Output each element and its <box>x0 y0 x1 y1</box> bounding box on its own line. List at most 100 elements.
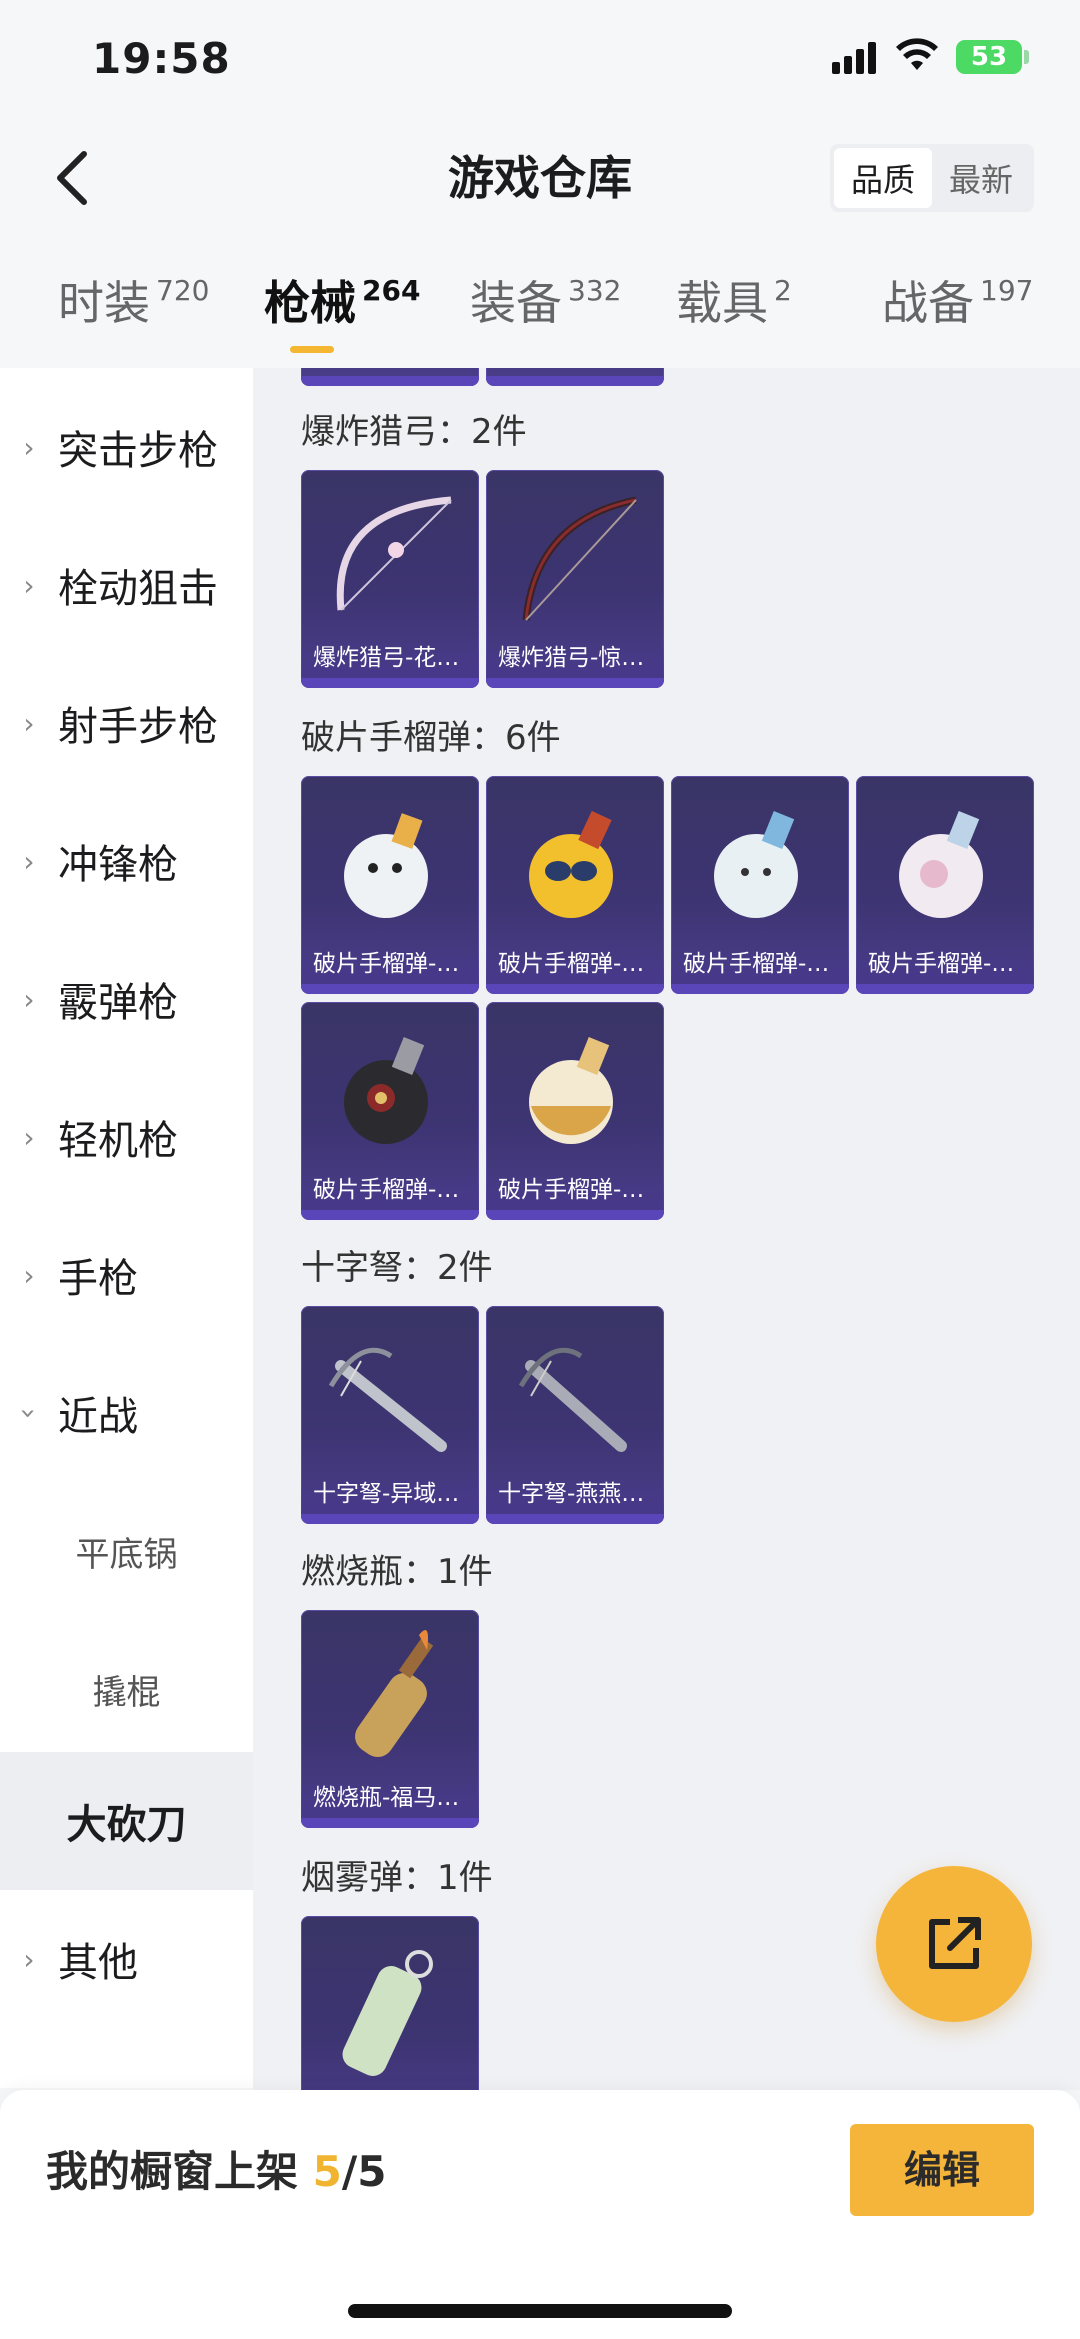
item-card[interactable] <box>301 1916 479 2090</box>
item-card[interactable]: 爆炸猎弓-花… <box>301 470 479 688</box>
section-title: 燃烧瓶：1件 <box>301 1552 493 1592</box>
item-card[interactable] <box>301 368 479 386</box>
chevron-right-icon: › <box>23 1258 35 1292</box>
item-card[interactable]: 燃烧瓶-福马… <box>301 1610 479 1828</box>
tab-equipment[interactable]: 装备 332 <box>470 268 621 348</box>
crossbow-icon <box>518 1347 627 1452</box>
item-card[interactable] <box>486 368 664 386</box>
sidebar-item-smg[interactable]: › 冲锋枪 <box>0 792 253 930</box>
sidebar-item-label: 撬棍 <box>92 1672 161 1713</box>
sort-newest-button[interactable]: 最新 <box>932 148 1030 208</box>
item-card[interactable]: 破片手榴弹-… <box>671 776 849 994</box>
sidebar-item-bolt-sniper[interactable]: › 栓动狙击 <box>0 516 253 654</box>
tab-label: 装备 <box>470 276 562 330</box>
tab-count: 720 <box>156 274 210 307</box>
smoke-grenade-icon <box>342 1950 433 2076</box>
sidebar-item-shotgun[interactable]: › 霰弹枪 <box>0 930 253 1068</box>
tab-count: 332 <box>568 274 622 307</box>
edit-button[interactable]: 编辑 <box>850 2124 1034 2216</box>
item-name: 破片手榴弹-… <box>486 1170 664 1210</box>
sidebar-item-other[interactable]: › 其他 <box>0 1890 253 2028</box>
tab-supplies[interactable]: 战备 197 <box>882 268 1033 348</box>
sidebar: › 突击步枪 › 栓动狙击 › 射手步枪 › 冲锋枪 › 霰弹枪 › 轻机枪 › 手枪 › 近战… <box>0 368 253 2088</box>
active-tab-indicator <box>290 346 334 353</box>
item-card[interactable]: 破片手榴弹-… <box>856 776 1034 994</box>
item-card[interactable]: 十字弩-异域… <box>301 1306 479 1524</box>
chevron-right-icon: › <box>23 430 35 464</box>
grenade-icon <box>529 1037 613 1144</box>
tab-label: 战备 <box>882 276 974 330</box>
item-name: 破片手榴弹-… <box>486 944 664 984</box>
share-button[interactable] <box>876 1866 1032 2022</box>
sidebar-item-pistol[interactable]: › 手枪 <box>0 1206 253 1344</box>
section-title: 十字弩：2件 <box>301 1248 493 1288</box>
wifi-icon <box>896 38 938 70</box>
item-grid: 爆炸猎弓：2件 爆炸猎弓-花… 爆炸猎弓-惊… 破片手榴弹：6件 破片手榴弹-…… <box>253 368 1080 2090</box>
sidebar-item-label: 其他 <box>58 1940 138 1986</box>
category-tabs: 时装 720 枪械 264 装备 332 载具 2 战备 197 <box>0 268 1080 368</box>
sidebar-item-melee[interactable]: › 近战 <box>0 1344 253 1482</box>
sidebar-item-label: 大砍刀 <box>66 1802 187 1848</box>
item-card[interactable]: 十字弩-燕燕… <box>486 1306 664 1524</box>
chevron-right-icon: › <box>23 568 35 602</box>
home-indicator <box>348 2304 732 2318</box>
crossbow-icon <box>328 1347 447 1452</box>
tab-label: 载具 <box>676 276 768 330</box>
bow-icon <box>336 496 452 611</box>
showcase-status: 我的橱窗上架 5/5 <box>46 2138 386 2199</box>
item-card[interactable]: 破片手榴弹-… <box>301 776 479 994</box>
tab-firearms[interactable]: 枪械 264 <box>264 268 420 348</box>
battery-icon: 53 <box>956 40 1022 74</box>
sidebar-subitem-pan[interactable]: 平底锅 <box>0 1482 253 1620</box>
item-card[interactable]: 破片手榴弹-… <box>486 776 664 994</box>
sidebar-item-lmg[interactable]: › 轻机枪 <box>0 1068 253 1206</box>
tab-count: 264 <box>362 274 421 307</box>
sidebar-item-label: 近战 <box>58 1394 138 1440</box>
item-name: 破片手榴弹-… <box>856 944 1034 984</box>
grenade-icon <box>529 810 613 918</box>
sidebar-item-assault-rifle[interactable]: › 突击步枪 <box>0 378 253 516</box>
chevron-right-icon: › <box>23 982 35 1016</box>
chevron-right-icon: › <box>23 844 35 878</box>
sidebar-subitem-crowbar[interactable]: 撬棍 <box>0 1620 253 1758</box>
share-icon <box>929 1917 981 1969</box>
sidebar-subitem-machete[interactable]: 大砍刀 <box>0 1752 253 1890</box>
item-card[interactable]: 破片手榴弹-… <box>486 1002 664 1220</box>
chevron-right-icon: › <box>23 706 35 740</box>
section-title: 爆炸猎弓：2件 <box>301 412 527 452</box>
showcase-label: 我的橱窗上架 <box>46 2147 299 2196</box>
section-title: 破片手榴弹：6件 <box>301 718 561 758</box>
sidebar-item-label: 手枪 <box>58 1256 138 1302</box>
item-name: 十字弩-燕燕… <box>486 1474 664 1514</box>
chevron-right-icon: › <box>23 1942 35 1976</box>
signal-icon <box>832 42 876 74</box>
item-name: 破片手榴弹-… <box>301 1170 479 1210</box>
tab-label: 时装 <box>58 276 150 330</box>
showcase-total: /5 <box>341 2147 387 2196</box>
sidebar-item-label: 突击步枪 <box>58 428 218 474</box>
bow-icon <box>522 496 637 621</box>
item-name: 破片手榴弹-… <box>671 944 849 984</box>
sidebar-item-label: 冲锋枪 <box>58 842 178 888</box>
tab-label: 枪械 <box>264 276 356 330</box>
item-name: 爆炸猎弓-花… <box>301 638 479 678</box>
item-card[interactable]: 爆炸猎弓-惊… <box>486 470 664 688</box>
item-name: 十字弩-异域… <box>301 1474 479 1514</box>
showcase-bar: 我的橱窗上架 5/5 编辑 <box>0 2090 1080 2339</box>
tab-fashion[interactable]: 时装 720 <box>58 268 209 348</box>
tab-count: 2 <box>774 274 792 307</box>
warehouse-screen: 19:58 53 游戏仓库 品质 最新 时装 720 枪械 264 装备 332 载具… <box>0 0 1080 2339</box>
item-card[interactable]: 破片手榴弹-… <box>301 1002 479 1220</box>
tab-vehicles[interactable]: 载具 2 <box>676 268 792 348</box>
molotov-icon <box>355 1630 434 1758</box>
item-name: 破片手榴弹-… <box>301 944 479 984</box>
tab-count: 197 <box>980 274 1034 307</box>
status-time: 19:58 <box>92 34 231 83</box>
sidebar-item-marksman-rifle[interactable]: › 射手步枪 <box>0 654 253 792</box>
sidebar-item-label: 平底锅 <box>75 1534 178 1575</box>
sidebar-item-label: 霰弹枪 <box>58 980 178 1026</box>
status-bar: 19:58 53 <box>0 0 1080 110</box>
sort-quality-button[interactable]: 品质 <box>834 148 932 208</box>
item-name: 爆炸猎弓-惊… <box>486 638 664 678</box>
chevron-down-icon: › <box>12 1407 46 1419</box>
